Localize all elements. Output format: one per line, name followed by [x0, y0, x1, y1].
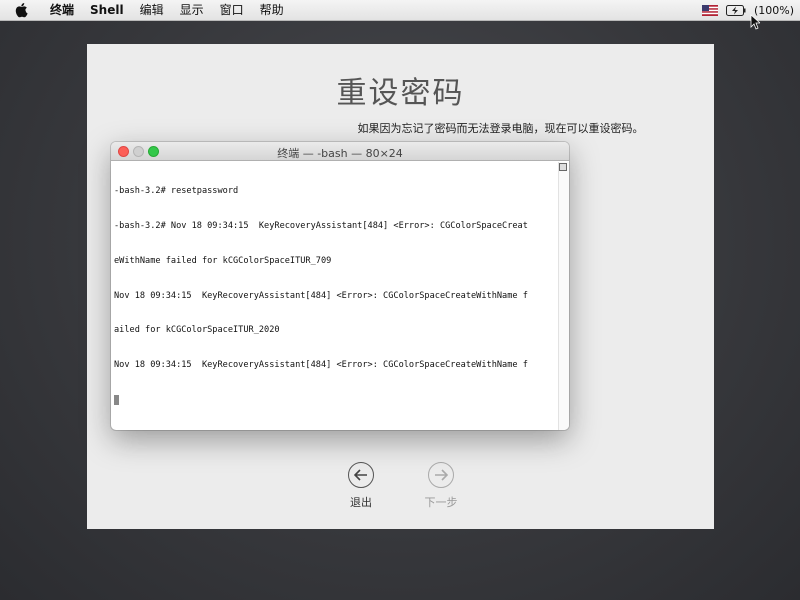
menu-edit[interactable]: 编辑 [132, 0, 172, 21]
terminal-line: Nov 18 09:34:15 KeyRecoveryAssistant[484… [114, 360, 528, 371]
terminal-line: ailed for kCGColorSpaceITUR_2020 [114, 325, 280, 336]
terminal-line: -bash-3.2# Nov 18 09:34:15 KeyRecoveryAs… [114, 220, 528, 231]
split-pane-icon[interactable] [559, 163, 567, 171]
terminal-titlebar[interactable]: 终端 — -bash — 80×24 [111, 142, 569, 161]
terminal-window[interactable]: 终端 — -bash — 80×24 -bash-3.2# resetpassw… [111, 142, 569, 430]
apple-icon[interactable] [14, 2, 28, 18]
menu-window[interactable]: 窗口 [212, 0, 252, 21]
terminal-line: Nov 18 09:34:15 KeyRecoveryAssistant[484… [114, 290, 528, 301]
terminal-output[interactable]: -bash-3.2# resetpassword -bash-3.2# Nov … [114, 163, 555, 427]
page-title: 重设密码 [336, 76, 465, 111]
exit-label: 退出 [350, 496, 372, 509]
status-area: (100%) [701, 0, 794, 21]
mouse-pointer-icon [750, 14, 760, 30]
terminal-scrollbar[interactable] [558, 162, 569, 430]
terminal-cursor [114, 394, 119, 405]
menu-app-terminal[interactable]: 终端 [42, 0, 82, 21]
terminal-line: -bash-3.2# resetpassword [114, 186, 239, 197]
menu-shell[interactable]: Shell [82, 0, 132, 21]
battery-charging-icon[interactable] [725, 5, 746, 16]
terminal-line: eWithName failed for kCGColorSpaceITUR_7… [114, 255, 332, 266]
page-subtitle: 如果因为忘记了密码而无法登录电脑，现在可以重设密码。 [357, 122, 644, 135]
menu-help[interactable]: 帮助 [252, 0, 292, 21]
forward-arrow-icon [428, 462, 454, 488]
menu-bar: 终端 Shell 编辑 显示 窗口 帮助 (100%) [0, 0, 800, 21]
next-button[interactable]: 下一步 [411, 462, 471, 510]
back-arrow-icon [348, 462, 374, 488]
terminal-title: 终端 — -bash — 80×24 [277, 147, 403, 160]
menu-view[interactable]: 显示 [172, 0, 212, 21]
exit-button[interactable]: 退出 [331, 462, 391, 510]
next-label: 下一步 [424, 496, 458, 509]
us-flag-icon[interactable] [701, 5, 718, 16]
